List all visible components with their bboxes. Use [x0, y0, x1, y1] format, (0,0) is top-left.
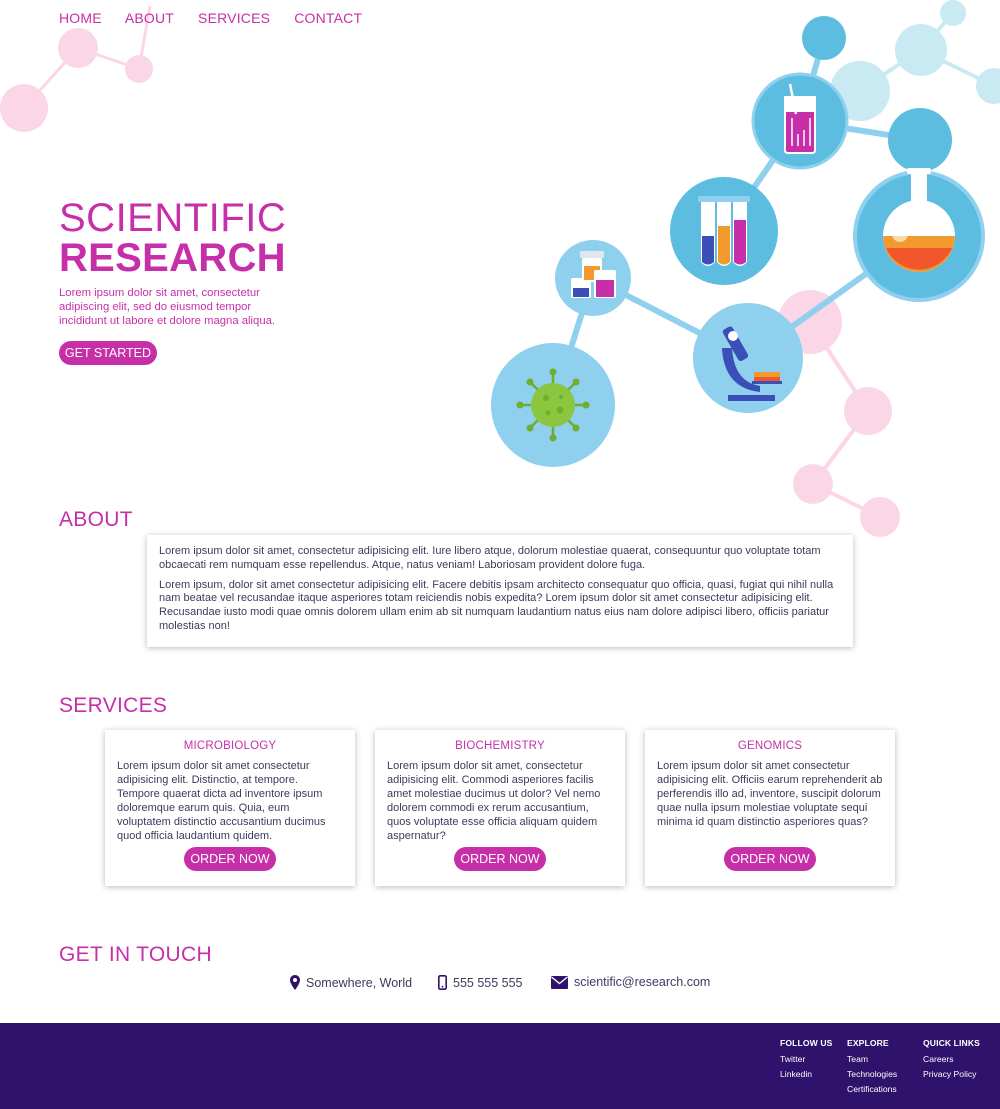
phone-text: 555 555 555 — [453, 975, 523, 990]
contact-location: Somewhere, World — [290, 975, 412, 990]
order-now-button[interactable]: ORDER NOW — [454, 847, 546, 871]
location-text: Somewhere, World — [306, 975, 413, 990]
contact-phone: 555 555 555 — [438, 975, 523, 990]
contact-info: Somewhere, World 555 555 555 scientific@… — [0, 975, 1000, 995]
phone-icon — [438, 975, 447, 990]
virus-node — [491, 343, 615, 467]
map-pin-icon — [290, 975, 300, 990]
contact-heading: GET IN TOUCH — [59, 943, 212, 966]
service-card-biochemistry: BIOCHEMISTRY Lorem ipsum dolor sit amet,… — [375, 730, 625, 886]
contact-email[interactable]: scientific@research.com — [551, 975, 710, 989]
envelope-icon — [551, 975, 568, 989]
footer-link-team[interactable]: Team — [847, 1052, 897, 1067]
about-card: Lorem ipsum dolor sit amet, consectetur … — [147, 535, 853, 647]
hero-title-line2: RESEARCH — [59, 236, 286, 280]
nav-home[interactable]: HOME — [59, 10, 102, 26]
nav-contact[interactable]: CONTACT — [294, 10, 362, 26]
footer-heading: QUICK LINKS — [923, 1038, 980, 1048]
footer-link-technologies[interactable]: Technologies — [847, 1067, 897, 1082]
footer-link-linkedin[interactable]: Linkedin — [780, 1067, 832, 1082]
get-started-button[interactable]: GET STARTED — [59, 341, 157, 365]
flask-node — [853, 168, 985, 302]
page: HOME ABOUT SERVICES CONTACT SCIENTIFIC R… — [0, 0, 1000, 1109]
footer-heading: EXPLORE — [847, 1038, 889, 1048]
beaker-node — [751, 72, 849, 170]
nav-services[interactable]: SERVICES — [198, 10, 270, 26]
service-text: Lorem ipsum dolor sit amet consectetur a… — [657, 760, 883, 828]
email-text[interactable]: scientific@research.com — [574, 975, 710, 989]
footer: FOLLOW US Twitter Linkedin EXPLORE Team … — [0, 1023, 1000, 1109]
footer-explore: EXPLORE Team Technologies Certifications — [847, 1036, 897, 1097]
about-paragraph-1: Lorem ipsum dolor sit amet, consectetur … — [159, 545, 821, 571]
footer-link-privacy-policy[interactable]: Privacy Policy — [923, 1067, 980, 1082]
footer-quick-links: QUICK LINKS Careers Privacy Policy — [923, 1036, 980, 1082]
jars-node — [555, 240, 631, 316]
microscope-node — [693, 303, 803, 413]
about-heading: ABOUT — [59, 508, 133, 531]
main-nav: HOME ABOUT SERVICES CONTACT — [59, 10, 362, 26]
service-title: MICROBIOLOGY — [183, 740, 277, 752]
service-card-genomics: GENOMICS Lorem ipsum dolor sit amet cons… — [645, 730, 895, 886]
services-heading: SERVICES — [59, 694, 168, 717]
service-text: Lorem ipsum dolor sit amet consectetur a… — [117, 760, 326, 842]
service-text: Lorem ipsum dolor sit amet, consectetur … — [387, 760, 601, 842]
science-illustration — [491, 0, 1000, 537]
order-now-button[interactable]: ORDER NOW — [184, 847, 276, 871]
service-card-microbiology: MICROBIOLOGY Lorem ipsum dolor sit amet … — [105, 730, 355, 886]
footer-link-twitter[interactable]: Twitter — [780, 1052, 832, 1067]
order-now-button[interactable]: ORDER NOW — [724, 847, 816, 871]
hero-description: Lorem ipsum dolor sit amet, consectetur … — [59, 287, 276, 327]
service-title: GENOMICS — [737, 740, 803, 752]
nav-about[interactable]: ABOUT — [125, 10, 174, 26]
hero-title-line1: SCIENTIFIC — [59, 196, 287, 240]
footer-heading: FOLLOW US — [780, 1038, 833, 1048]
footer-link-careers[interactable]: Careers — [923, 1052, 980, 1067]
footer-follow-us: FOLLOW US Twitter Linkedin — [780, 1036, 832, 1082]
footer-link-certifications[interactable]: Certifications — [847, 1082, 897, 1097]
about-paragraph-2: Lorem ipsum, dolor sit amet consectetur … — [159, 578, 834, 632]
test-tubes-node — [670, 177, 778, 285]
service-title: BIOCHEMISTRY — [455, 740, 545, 752]
